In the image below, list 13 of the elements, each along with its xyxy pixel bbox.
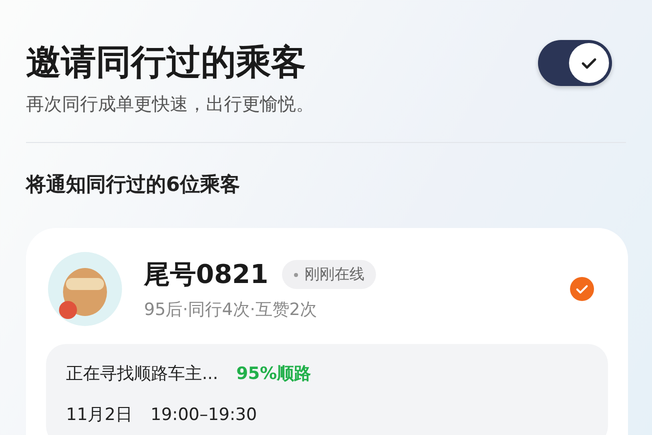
passenger-name: 尾号0821	[144, 259, 268, 292]
trip-status: 正在寻找顺路车主...	[66, 363, 218, 385]
page-subtitle: 再次同行成单更快速，出行更愉悦。	[26, 93, 314, 116]
online-status: 刚刚在线	[304, 265, 364, 284]
page-title: 邀请同行过的乘客	[26, 42, 307, 85]
route-match: 95%顺路	[236, 363, 311, 385]
select-checkbox[interactable]	[570, 277, 594, 301]
trip-date: 11月2日	[66, 404, 132, 426]
trip-time: 19:00–19:30	[150, 405, 257, 425]
passenger-meta: 95后·同行4次·互赞2次	[144, 299, 318, 321]
invite-toggle[interactable]	[538, 40, 612, 86]
dot-icon	[294, 272, 298, 276]
section-title: 将通知同行过的6位乘客	[26, 171, 241, 198]
